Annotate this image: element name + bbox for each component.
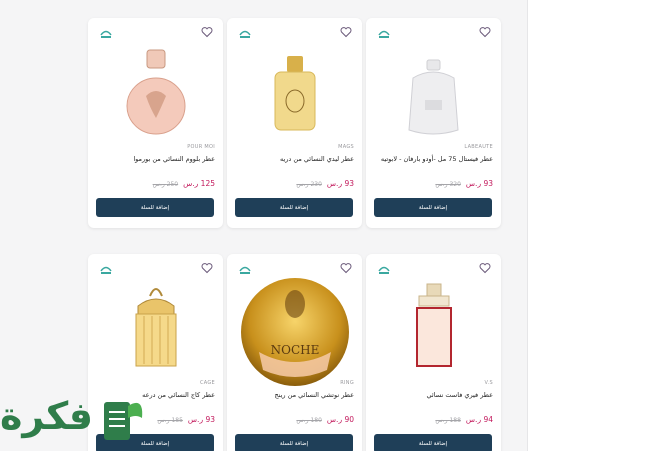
product-price: 90 ر.س (326, 415, 354, 424)
product-title[interactable]: عطر بلووم النسائي من بورموا (93, 155, 215, 163)
price-row: 93 ر.س 185 ر.س (157, 415, 215, 424)
wishlist-heart-icon[interactable] (340, 26, 352, 38)
add-to-cart-button[interactable]: إضافة للسلة (374, 434, 492, 451)
product-image[interactable] (100, 274, 211, 386)
product-image[interactable] (378, 38, 489, 150)
product-image[interactable] (100, 38, 211, 150)
product-brand: CAGE (199, 380, 215, 386)
product-title[interactable]: عطر ليدي النسائي من دريه (232, 155, 354, 163)
product-old-price: 230 ر.س (296, 181, 322, 188)
product-price: 93 ر.س (187, 415, 215, 424)
watermark-text: فكرة (0, 394, 94, 438)
svg-text:NOCHE: NOCHE (271, 343, 320, 357)
wishlist-heart-icon[interactable] (201, 262, 213, 274)
wishlist-heart-icon[interactable] (479, 262, 491, 274)
price-row: 90 ر.س 180 ر.س (296, 415, 354, 424)
add-to-cart-button[interactable]: إضافة للسلة (374, 198, 492, 217)
side-panel (527, 0, 660, 451)
watermark-logo: فكرة (0, 388, 160, 451)
product-price: 125 ر.س (183, 179, 215, 188)
product-card[interactable]: POUR MOI عطر بلووم النسائي من بورموا 125… (88, 18, 223, 228)
product-price: 93 ر.س (326, 179, 354, 188)
price-row: 93 ر.س 230 ر.س (296, 179, 354, 188)
product-image[interactable] (239, 38, 350, 150)
document-leaf-icon (104, 402, 143, 440)
product-price: 93 ر.س (465, 179, 493, 188)
product-brand: V.S (484, 380, 493, 386)
product-title[interactable]: عطر فيري فاست نسائي (371, 391, 493, 399)
add-to-cart-button[interactable]: إضافة للسلة (235, 434, 353, 451)
product-card[interactable]: MAGS عطر ليدي النسائي من دريه 93 ر.س 230… (227, 18, 362, 228)
wishlist-heart-icon[interactable] (201, 26, 213, 38)
wishlist-heart-icon[interactable] (479, 26, 491, 38)
price-row: 93 ر.س 320 ر.س (435, 179, 493, 188)
product-price: 94 ر.س (465, 415, 493, 424)
product-card[interactable]: NOCHE RING عطر نوتشي النسائي من رينج 90 … (227, 254, 362, 451)
price-row: 125 ر.س 250 ر.س (153, 179, 215, 188)
add-to-cart-button[interactable]: إضافة للسلة (96, 198, 214, 217)
price-row: 94 ر.س 188 ر.س (435, 415, 493, 424)
product-card[interactable]: V.S عطر فيري فاست نسائي 94 ر.س 188 ر.س إ… (366, 254, 501, 451)
product-card[interactable]: LABEAUTE عطر فيستال 75 مل -أودو بارفان -… (366, 18, 501, 228)
product-title[interactable]: عطر نوتشي النسائي من رينج (232, 391, 354, 399)
product-brand: LABEAUTE (464, 144, 493, 150)
product-title[interactable]: عطر فيستال 75 مل -أودو بارفان - لابوتيه (371, 155, 493, 163)
add-to-cart-button[interactable]: إضافة للسلة (235, 198, 353, 217)
product-old-price: 188 ر.س (435, 417, 461, 424)
wishlist-heart-icon[interactable] (340, 262, 352, 274)
product-brand: RING (340, 380, 354, 386)
product-image[interactable]: NOCHE (239, 274, 350, 386)
product-image[interactable] (378, 274, 489, 386)
product-old-price: 180 ر.س (296, 417, 322, 424)
product-brand: MAGS (338, 144, 354, 150)
product-old-price: 250 ر.س (152, 181, 179, 188)
product-old-price: 320 ر.س (435, 181, 461, 188)
product-old-price: 185 ر.س (157, 417, 183, 424)
product-brand: POUR MOI (187, 144, 215, 150)
